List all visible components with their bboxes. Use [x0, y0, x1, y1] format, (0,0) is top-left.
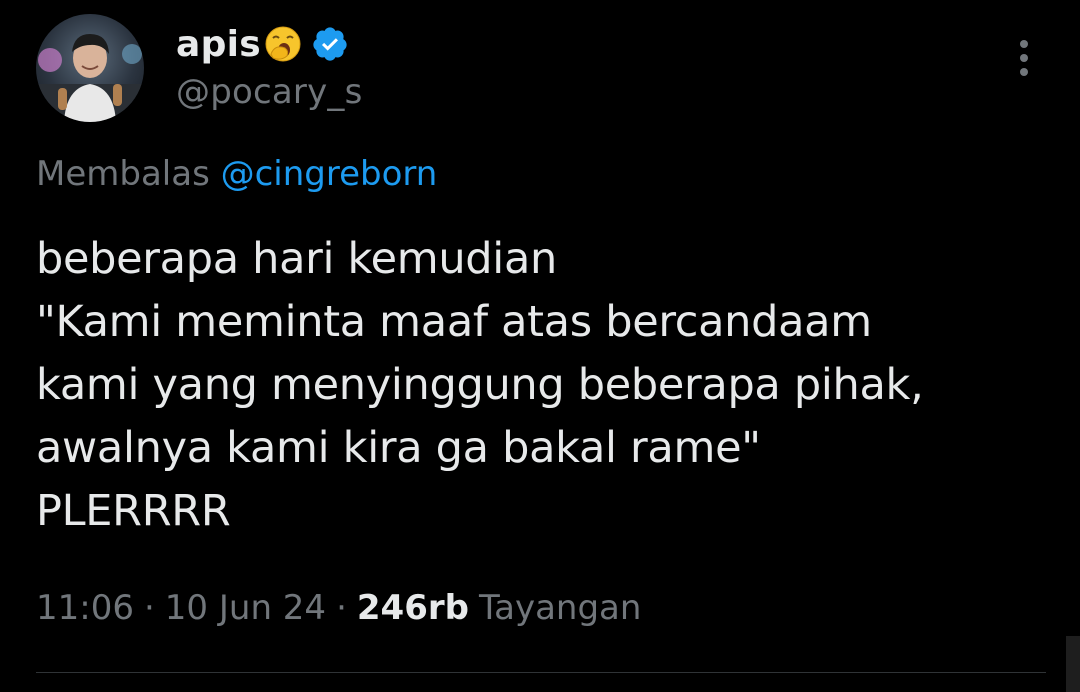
divider	[36, 672, 1046, 673]
views-label[interactable]: Tayangan	[479, 588, 641, 628]
reply-prefix: Membalas	[36, 154, 210, 194]
tweet-text-line: PLERRRR	[36, 486, 231, 536]
tweet-date[interactable]: 10 Jun 24	[165, 588, 326, 628]
tweet-text-line: awalnya kami kira ga bakal rame"	[36, 423, 761, 473]
author-display-name[interactable]: apis	[176, 24, 261, 65]
tweet-text-line: kami yang menyinggung beberapa pihak,	[36, 360, 924, 410]
views-count[interactable]: 246rb	[357, 588, 469, 628]
tweet-time[interactable]: 11:06	[36, 588, 134, 628]
author-handle[interactable]: @pocary_s	[176, 72, 363, 112]
tweet-text-line: "Kami meminta maaf atas bercandaam	[36, 297, 872, 347]
meta-separator: ·	[336, 588, 347, 628]
reply-mention-link[interactable]: @cingreborn	[221, 154, 438, 194]
yawning-face-icon	[265, 26, 301, 62]
tweet-text: beberapa hari kemudian "Kami meminta maa…	[36, 228, 1046, 543]
author-name-row[interactable]: apis	[176, 18, 363, 70]
tweet-text-line: beberapa hari kemudian	[36, 234, 557, 284]
tweet-detail: apis @pocary_s Membalas @cingreborn bebe…	[0, 0, 1080, 692]
author-block: apis @pocary_s	[176, 18, 363, 113]
more-options-button[interactable]	[1006, 34, 1042, 82]
scrollbar[interactable]	[1066, 636, 1080, 692]
verified-badge-icon[interactable]	[311, 25, 349, 63]
meta-separator: ·	[143, 588, 155, 628]
tweet-metadata: 11:06 · 10 Jun 24 · 246rb Tayangan	[36, 588, 641, 628]
avatar[interactable]	[36, 14, 144, 122]
more-vertical-icon	[1020, 40, 1028, 76]
avatar-photo	[36, 14, 144, 122]
reply-context: Membalas @cingreborn	[36, 154, 437, 194]
